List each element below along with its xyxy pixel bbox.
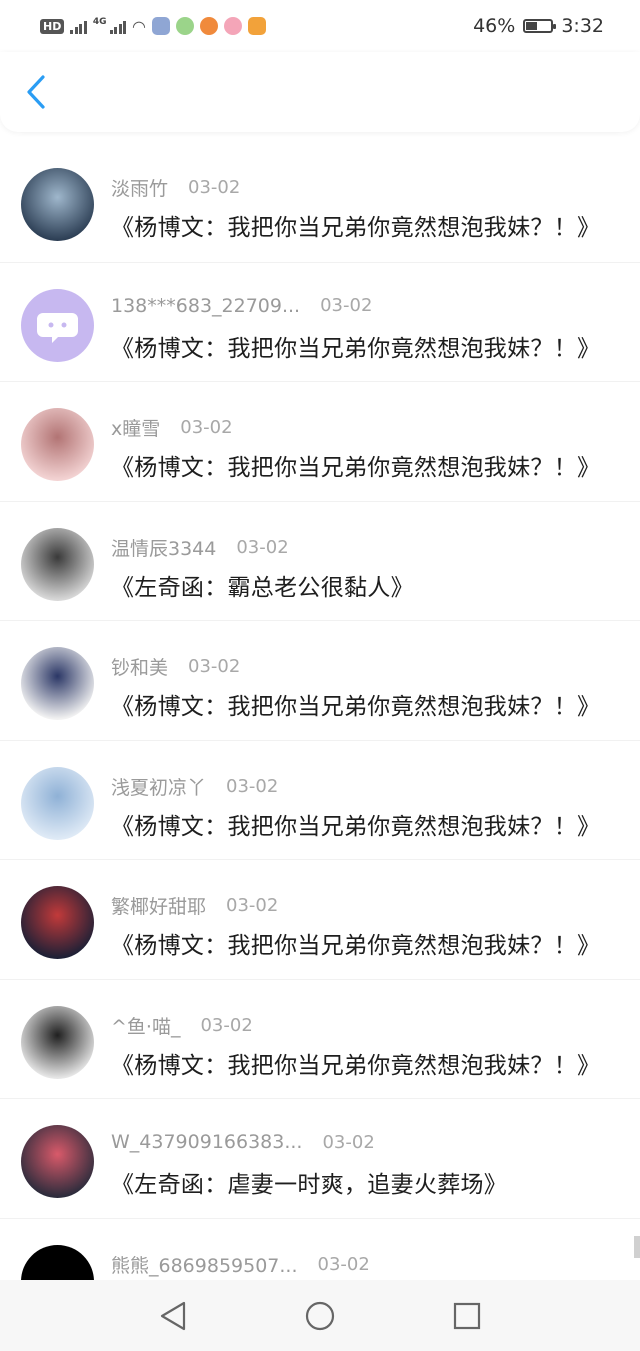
comment-meta: 淡雨竹 03-02 — [111, 174, 240, 201]
comment-text: 《杨博文：我把你当兄弟你竟然想泡我妹？！》 — [111, 455, 601, 481]
comment-date: 03-02 — [320, 295, 373, 316]
battery-percent: 46% — [473, 15, 516, 37]
battery-level — [526, 22, 538, 30]
comment-meta: 钞和美 03-02 — [111, 653, 240, 680]
user-name[interactable]: 浅夏初凉丫 — [111, 773, 206, 800]
avatar[interactable] — [21, 1244, 94, 1280]
user-name[interactable]: ^鱼·喵_ — [111, 1012, 180, 1039]
scrollbar[interactable] — [634, 1236, 640, 1258]
comment-date: 03-02 — [226, 895, 279, 916]
avatar[interactable] — [21, 1005, 94, 1079]
clock: 3:32 — [561, 15, 604, 37]
battery-icon — [523, 19, 557, 33]
avatar[interactable] — [21, 168, 94, 241]
comment-item[interactable]: 熊熊_6869859507... 03-02 — [0, 1217, 640, 1280]
user-name[interactable]: 138***683_22709... — [111, 295, 300, 317]
avatar[interactable] — [21, 527, 94, 601]
comment-item[interactable]: 138***683_22709... 03-02 《杨博文：我把你当兄弟你竟然想泡我… — [0, 261, 640, 382]
comment-item[interactable]: x瞳雪 03-02 《杨博文：我把你当兄弟你竟然想泡我妹？！》 — [0, 381, 640, 501]
weibo-notification-icon — [247, 17, 266, 35]
comment-item[interactable]: ^鱼·喵_ 03-02 《杨博文：我把你当兄弟你竟然想泡我妹？！》 — [0, 978, 640, 1099]
chevron-left-icon — [27, 75, 45, 109]
comment-text: 《杨博文：我把你当兄弟你竟然想泡我妹？！》 — [111, 335, 601, 362]
avatar[interactable] — [21, 766, 94, 840]
nav-home-button[interactable] — [298, 1294, 342, 1338]
network-type: 4G — [92, 16, 107, 27]
circle-home-icon — [305, 1301, 335, 1330]
user-name[interactable]: 熊熊_6869859507... — [111, 1251, 298, 1278]
back-button[interactable] — [18, 72, 54, 112]
status-right: 46% 3:32 — [473, 15, 604, 37]
notification-app-icon — [151, 17, 170, 35]
comment-meta: W_437909166383... 03-02 — [111, 1131, 375, 1153]
comment-text: 《杨博文：我把你当兄弟你竟然想泡我妹？！》 — [111, 813, 601, 840]
notification-app-icon — [223, 17, 242, 35]
comment-text: 《杨博文：我把你当兄弟你竟然想泡我妹？！》 — [111, 1052, 601, 1079]
status-icons: HD 4G ◠ — [40, 17, 473, 36]
avatar[interactable] — [21, 408, 94, 481]
avatar[interactable] — [21, 647, 94, 720]
notification-app-icon — [199, 17, 218, 35]
comment-date: 03-02 — [200, 1014, 253, 1036]
comment-date: 03-02 — [236, 536, 289, 558]
chat-bubble-icon — [37, 312, 78, 343]
comment-item[interactable]: 浅夏初凉丫 03-02 《杨博文：我把你当兄弟你竟然想泡我妹？！》 — [0, 739, 640, 860]
user-name[interactable]: W_437909166383... — [111, 1131, 302, 1153]
comment-date: 03-02 — [188, 656, 241, 677]
app-header — [0, 52, 640, 132]
comment-text: 《杨博文：我把你当兄弟你竟然想泡我妹？！》 — [111, 694, 601, 720]
user-name[interactable]: 淡雨竹 — [111, 174, 168, 201]
avatar[interactable] — [21, 288, 94, 362]
comment-item[interactable]: 淡雨竹 03-02 《杨博文：我把你当兄弟你竟然想泡我妹？！》 — [0, 142, 640, 262]
comment-item[interactable]: 繁椰好甜耶 03-02 《杨博文：我把你当兄弟你竟然想泡我妹？！》 — [0, 859, 640, 979]
comment-meta: ^鱼·喵_ 03-02 — [111, 1012, 253, 1039]
signal-icon-2 — [109, 18, 126, 34]
avatar[interactable] — [21, 886, 94, 959]
comment-item[interactable]: W_437909166383... 03-02 《左奇函：虐妻一时爽，追妻火葬场》 — [0, 1098, 640, 1218]
comment-date: 03-02 — [226, 775, 279, 797]
comment-item[interactable]: 温情辰3344 03-02 《左奇函：霸总老公很黏人》 — [0, 500, 640, 621]
comment-list[interactable]: 淡雨竹 03-02 《杨博文：我把你当兄弟你竟然想泡我妹？！》 138***683_2… — [0, 142, 640, 1280]
nav-back-button[interactable] — [151, 1294, 195, 1338]
comment-date: 03-02 — [180, 417, 233, 438]
comment-item[interactable]: 钞和美 03-02 《杨博文：我把你当兄弟你竟然想泡我妹？！》 — [0, 620, 640, 740]
user-name[interactable]: 钞和美 — [111, 653, 168, 680]
signal-icon — [70, 18, 87, 34]
comment-date: 03-02 — [317, 1253, 370, 1275]
wifi-icon: ◠ — [132, 16, 146, 36]
avatar[interactable] — [21, 1125, 94, 1198]
status-bar: HD 4G ◠ 46% 3:32 — [0, 0, 640, 52]
comment-meta: 熊熊_6869859507... 03-02 — [111, 1251, 370, 1278]
comment-text: 《杨博文：我把你当兄弟你竟然想泡我妹？！》 — [111, 215, 601, 241]
user-name[interactable]: 温情辰3344 — [111, 534, 216, 561]
comment-text: 《左奇函：虐妻一时爽，追妻火葬场》 — [111, 1172, 508, 1198]
system-nav-bar — [0, 1280, 640, 1351]
comment-meta: x瞳雪 03-02 — [111, 414, 233, 441]
user-name[interactable]: x瞳雪 — [111, 414, 160, 441]
triangle-back-icon — [161, 1301, 186, 1330]
nav-recents-button[interactable] — [445, 1294, 489, 1338]
comment-date: 03-02 — [188, 177, 241, 198]
comment-date: 03-02 — [322, 1131, 375, 1153]
hd-indicator: HD — [40, 18, 65, 34]
comment-text: 《杨博文：我把你当兄弟你竟然想泡我妹？！》 — [111, 933, 601, 959]
comment-meta: 浅夏初凉丫 03-02 — [111, 773, 278, 800]
square-recents-icon — [453, 1302, 480, 1329]
user-name[interactable]: 繁椰好甜耶 — [111, 892, 206, 919]
comment-meta: 温情辰3344 03-02 — [111, 534, 289, 561]
notification-app-icon — [175, 17, 194, 35]
comment-meta: 138***683_22709... 03-02 — [111, 295, 372, 317]
comment-meta: 繁椰好甜耶 03-02 — [111, 892, 278, 919]
comment-text: 《左奇函：霸总老公很黏人》 — [111, 574, 414, 601]
